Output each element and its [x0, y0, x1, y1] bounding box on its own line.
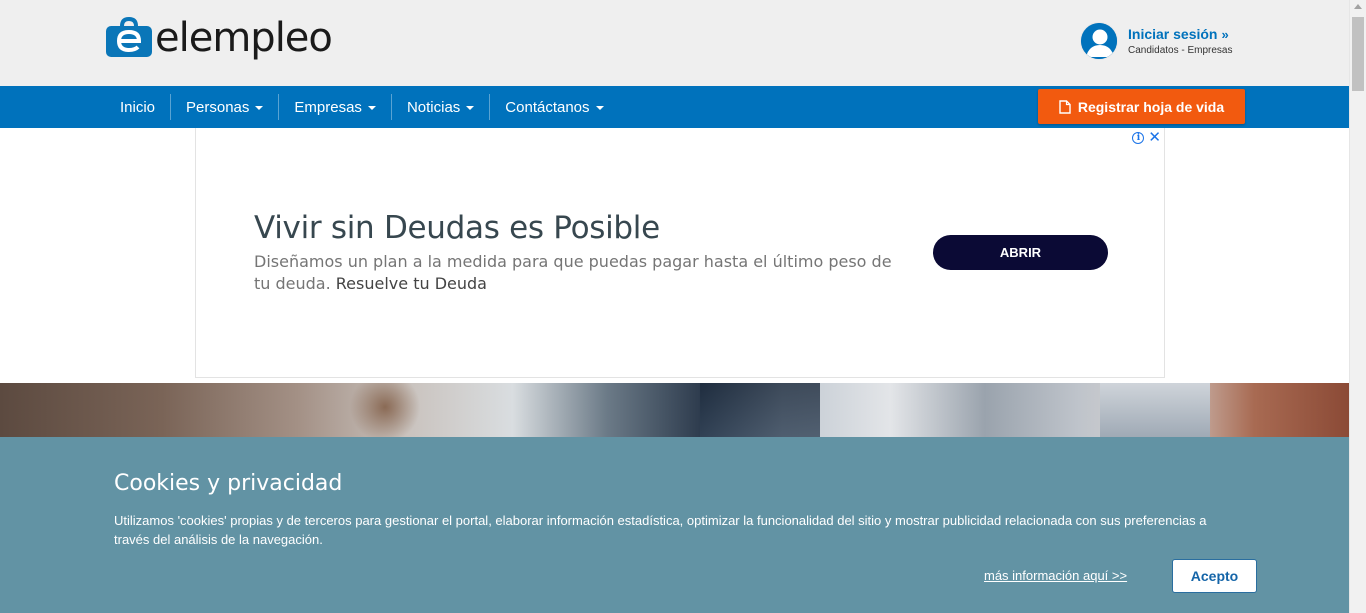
register-cv-button[interactable]: Registrar hoja de vida — [1038, 89, 1245, 124]
logo-wordmark: elempleo — [155, 15, 333, 61]
double-chevron-right-icon: » — [1221, 26, 1229, 42]
document-icon — [1059, 99, 1071, 114]
nav-item-label: Inicio — [120, 98, 156, 116]
nav-item-label: Contáctanos — [505, 98, 590, 116]
cookie-more-info-link[interactable]: más información aquí >> — [984, 568, 1127, 583]
site-logo[interactable]: elempleo — [105, 15, 333, 61]
caret-down-icon — [367, 106, 376, 110]
nav-item-personas[interactable]: Personas — [170, 94, 278, 120]
cookie-text: Utilizamos 'cookies' propias y de tercer… — [114, 513, 1207, 547]
nav-item-noticias[interactable]: Noticias — [390, 94, 489, 120]
caret-down-icon — [466, 106, 475, 110]
hero-image-detail — [1100, 383, 1210, 443]
cookie-title: Cookies y privacidad — [114, 471, 343, 496]
login-block[interactable]: Iniciar sesión » Candidatos - Empresas — [1080, 22, 1233, 60]
login-subtitle: Candidatos - Empresas — [1128, 45, 1233, 56]
caret-down-icon — [595, 106, 604, 110]
nav-item-label: Personas — [186, 98, 250, 116]
nav-items: Inicio Personas Empresas Noticias Contác… — [105, 86, 619, 128]
login-title[interactable]: Iniciar sesión — [1128, 26, 1217, 42]
nav-item-contactanos[interactable]: Contáctanos — [489, 94, 618, 120]
nav-item-inicio[interactable]: Inicio — [105, 94, 170, 120]
cookie-accept-button[interactable]: Acepto — [1172, 559, 1257, 593]
hero-image — [0, 383, 1349, 443]
ad-description: Diseñamos un plan a la medida para que p… — [254, 251, 894, 295]
main-nav: Inicio Personas Empresas Noticias Contác… — [0, 86, 1349, 128]
nav-item-label: Noticias — [406, 98, 461, 116]
cookie-banner: Cookies y privacidad Utilizamos 'cookies… — [0, 437, 1349, 613]
caret-down-icon — [255, 106, 264, 110]
ad-open-button[interactable]: ABRIR — [933, 235, 1108, 270]
user-avatar-icon[interactable] — [1080, 22, 1118, 60]
login-text: Iniciar sesión » Candidatos - Empresas — [1128, 26, 1233, 56]
scroll-up-arrow-icon[interactable] — [1354, 4, 1362, 9]
vertical-scrollbar[interactable] — [1349, 0, 1366, 613]
register-cv-label: Registrar hoja de vida — [1077, 98, 1225, 115]
ad-banner[interactable]: i ✕ Vivir sin Deudas es Posible Diseñamo… — [195, 128, 1165, 378]
info-icon[interactable]: i — [1132, 131, 1145, 144]
ad-title[interactable]: Vivir sin Deudas es Posible — [254, 210, 660, 246]
ad-controls: i ✕ — [1132, 130, 1161, 145]
scrollbar-thumb[interactable] — [1352, 17, 1364, 91]
briefcase-e-logo-icon — [105, 16, 153, 59]
ad-advertiser[interactable]: Resuelve tu Deuda — [336, 274, 487, 293]
close-icon[interactable]: ✕ — [1148, 130, 1161, 145]
nav-item-label: Empresas — [294, 98, 362, 116]
hero-image-detail — [700, 383, 820, 443]
nav-item-empresas[interactable]: Empresas — [278, 94, 391, 120]
site-header: elempleo Iniciar sesión » Candidatos - E… — [0, 0, 1349, 86]
hero-image-detail — [350, 383, 420, 443]
login-link[interactable]: Iniciar sesión » — [1128, 26, 1233, 42]
